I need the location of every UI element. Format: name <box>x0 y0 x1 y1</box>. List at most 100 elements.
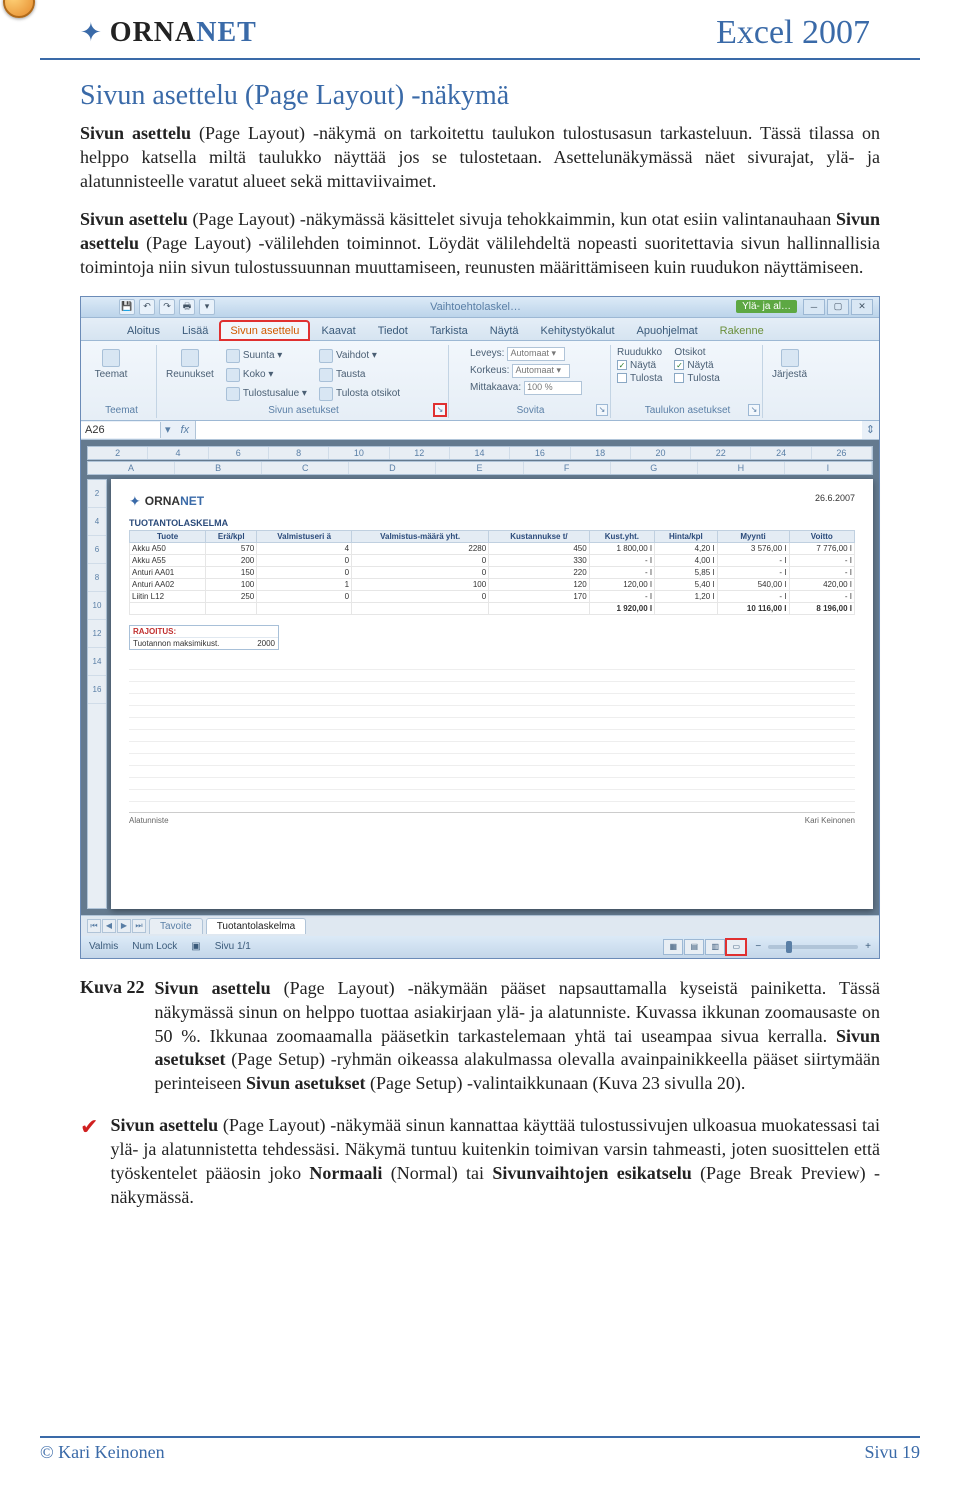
ruler-tick: 26 <box>812 447 872 459</box>
minimize-button[interactable]: ─ <box>803 299 825 315</box>
tab-lisaa[interactable]: Lisää <box>172 321 218 340</box>
cap-rest: (Page Setup) -valintaikkunaan (Kuva 23 s… <box>366 1073 746 1093</box>
col-letter[interactable]: E <box>436 462 523 474</box>
table-row: Akku A5520000330- I4,00 I- I- I <box>130 554 855 566</box>
close-button[interactable]: ✕ <box>851 299 873 315</box>
td: 8 196,00 I <box>789 602 854 614</box>
tab-nav-prev-icon[interactable]: ◀ <box>102 919 116 933</box>
view-highlighted-button[interactable]: ▭ <box>726 939 746 955</box>
doc-logo-text: ORNANET <box>145 494 204 508</box>
table-row: Anturi AA0115000220- I5,85 I- I- I <box>130 566 855 578</box>
tab-nayta[interactable]: Näytä <box>480 321 529 340</box>
office-button[interactable] <box>3 0 35 18</box>
fx-label[interactable]: fx <box>175 422 196 438</box>
intro-paragraph-2: Sivun asettelu (Page Layout) -näkymässä … <box>80 208 880 280</box>
btn-tulosta-otsikot[interactable]: Tulosta otsikot <box>316 385 403 403</box>
zoom-slider[interactable] <box>768 945 858 949</box>
ruler-tick: 12 <box>390 447 450 459</box>
btn-tausta[interactable]: Tausta <box>316 366 403 384</box>
group-sovita: Leveys: Automaat ▾ Korkeus: Automaat ▾ M… <box>451 345 611 418</box>
fld-mittakaava[interactable]: 100 % <box>524 381 582 395</box>
scale-dialog-launcher[interactable]: ↘ <box>596 404 608 416</box>
printarea-icon <box>226 387 240 401</box>
sheet-options-dialog-launcher[interactable]: ↘ <box>748 404 760 416</box>
col-letter[interactable]: B <box>175 462 262 474</box>
tab-nav-arrows: ⏮ ◀ ▶ ⏭ <box>87 919 146 933</box>
qa-undo-icon[interactable]: ↶ <box>139 299 155 315</box>
name-box[interactable]: A26 <box>81 422 161 438</box>
rajoitus-box: RAJOITUS: Tuotannon maksimikust. 2000 <box>129 625 279 650</box>
btn-koko[interactable]: Koko ▾ <box>223 366 310 384</box>
col-letter[interactable]: C <box>262 462 349 474</box>
qa-save-icon[interactable]: 💾 <box>119 299 135 315</box>
td: 5,85 I <box>655 566 718 578</box>
lbl-nayta-1: Näytä <box>630 360 656 371</box>
view-pagelayout-button[interactable]: ▤ <box>684 939 704 955</box>
maximize-button[interactable]: ▢ <box>827 299 849 315</box>
sheet-area: 2 4 6 8 10 12 14 16 18 20 22 24 26 A B <box>81 440 879 915</box>
th: Tuote <box>130 530 206 542</box>
sheet-tab-tavoite[interactable]: Tavoite <box>149 918 203 934</box>
tip-text: Sivun asettelu (Page Layout) -näkymää si… <box>110 1114 880 1210</box>
chk-otsikot-nayta[interactable]: ✓Näytä <box>674 360 719 371</box>
qa-more-icon[interactable]: ▾ <box>199 299 215 315</box>
qa-print-icon[interactable]: 🖶 <box>179 299 195 315</box>
col-letter[interactable]: H <box>698 462 785 474</box>
col-letter[interactable]: I <box>785 462 872 474</box>
td: 1 920,00 I <box>589 602 654 614</box>
td: 100 <box>352 578 489 590</box>
sheet-tab-tuotantolaskelma[interactable]: Tuotantolaskelma <box>206 918 307 934</box>
btn-tulostusalue[interactable]: Tulostusalue ▾ <box>223 385 310 403</box>
tip-b1: Sivun asettelu <box>110 1115 218 1135</box>
td: 0 <box>257 590 352 602</box>
group-sovita-label: Sovita <box>455 405 606 416</box>
col-letter[interactable]: G <box>611 462 698 474</box>
zoom-minus-icon[interactable]: − <box>755 941 761 952</box>
tab-rakenne[interactable]: Rakenne <box>710 321 774 340</box>
tab-nav-next-icon[interactable]: ▶ <box>117 919 131 933</box>
page-setup-dialog-launcher[interactable]: ↘ <box>434 404 446 416</box>
chk-otsikot-tulosta[interactable]: Tulosta <box>674 373 719 384</box>
tab-kaavat[interactable]: Kaavat <box>311 321 365 340</box>
btn-vaihdot[interactable]: Vaihdot ▾ <box>316 347 403 365</box>
row-mittakaava: Mittakaava: 100 % <box>455 381 582 395</box>
tab-apuohjelmat[interactable]: Apuohjelmat <box>627 321 708 340</box>
tab-tarkista[interactable]: Tarkista <box>420 321 478 340</box>
chk-ruudukko-nayta[interactable]: ✓Näytä <box>617 360 662 371</box>
view-normal-button[interactable]: ▦ <box>663 939 683 955</box>
td: 420,00 I <box>789 578 854 590</box>
td <box>489 602 590 614</box>
namebox-dropdown-icon[interactable]: ▾ <box>161 423 175 436</box>
formula-expand-icon[interactable]: ⇕ <box>862 423 879 436</box>
tab-tiedot[interactable]: Tiedot <box>368 321 418 340</box>
tab-kehitystyokalut[interactable]: Kehitystyökalut <box>531 321 625 340</box>
contextual-tab-label[interactable]: Ylä- ja al… <box>736 300 797 313</box>
td: 540,00 I <box>717 578 789 590</box>
tab-sivun-asettelu[interactable]: Sivun asettelu <box>220 321 309 340</box>
col-letter[interactable]: F <box>524 462 611 474</box>
btn-suunta[interactable]: Suunta ▾ <box>223 347 310 365</box>
status-record-icon[interactable]: ▣ <box>191 941 200 952</box>
zoom-plus-icon[interactable]: + <box>865 941 871 952</box>
tab-nav-first-icon[interactable]: ⏮ <box>87 919 101 933</box>
fld-leveys[interactable]: Automaat ▾ <box>507 347 565 361</box>
btn-reunukset[interactable]: Reunukset <box>163 347 217 382</box>
tab-nav-last-icon[interactable]: ⏭ <box>132 919 146 933</box>
doc-footer: Alatunniste Kari Keinonen <box>129 812 855 825</box>
td: 0 <box>352 590 489 602</box>
group-taulukon-asetukset: Ruudukko ✓Näytä Tulosta Otsikot ✓Näytä T… <box>613 345 763 418</box>
view-pagebreak-button[interactable]: ▥ <box>705 939 725 955</box>
ribbon-tabs: Aloitus Lisää Sivun asettelu Kaavat Tied… <box>81 318 879 341</box>
fld-korkeus[interactable]: Automaat ▾ <box>512 364 570 378</box>
qa-redo-icon[interactable]: ↷ <box>159 299 175 315</box>
section-heading: Sivun asettelu (Page Layout) -näkymä <box>80 80 880 112</box>
page-preview[interactable]: ✦ ORNANET 26.6.2007 TUOTANTOLASKELMA Tuo… <box>111 479 873 909</box>
formula-input[interactable] <box>195 421 862 439</box>
btn-teemat[interactable]: Teemat <box>91 347 131 382</box>
chk-ruudukko-tulosta[interactable]: Tulosta <box>617 373 662 384</box>
col-letter[interactable]: D <box>349 462 436 474</box>
btn-jarjesta[interactable]: Järjestä <box>769 347 810 382</box>
tab-aloitus[interactable]: Aloitus <box>117 321 170 340</box>
td: 0 <box>352 566 489 578</box>
col-letter[interactable]: A <box>88 462 175 474</box>
